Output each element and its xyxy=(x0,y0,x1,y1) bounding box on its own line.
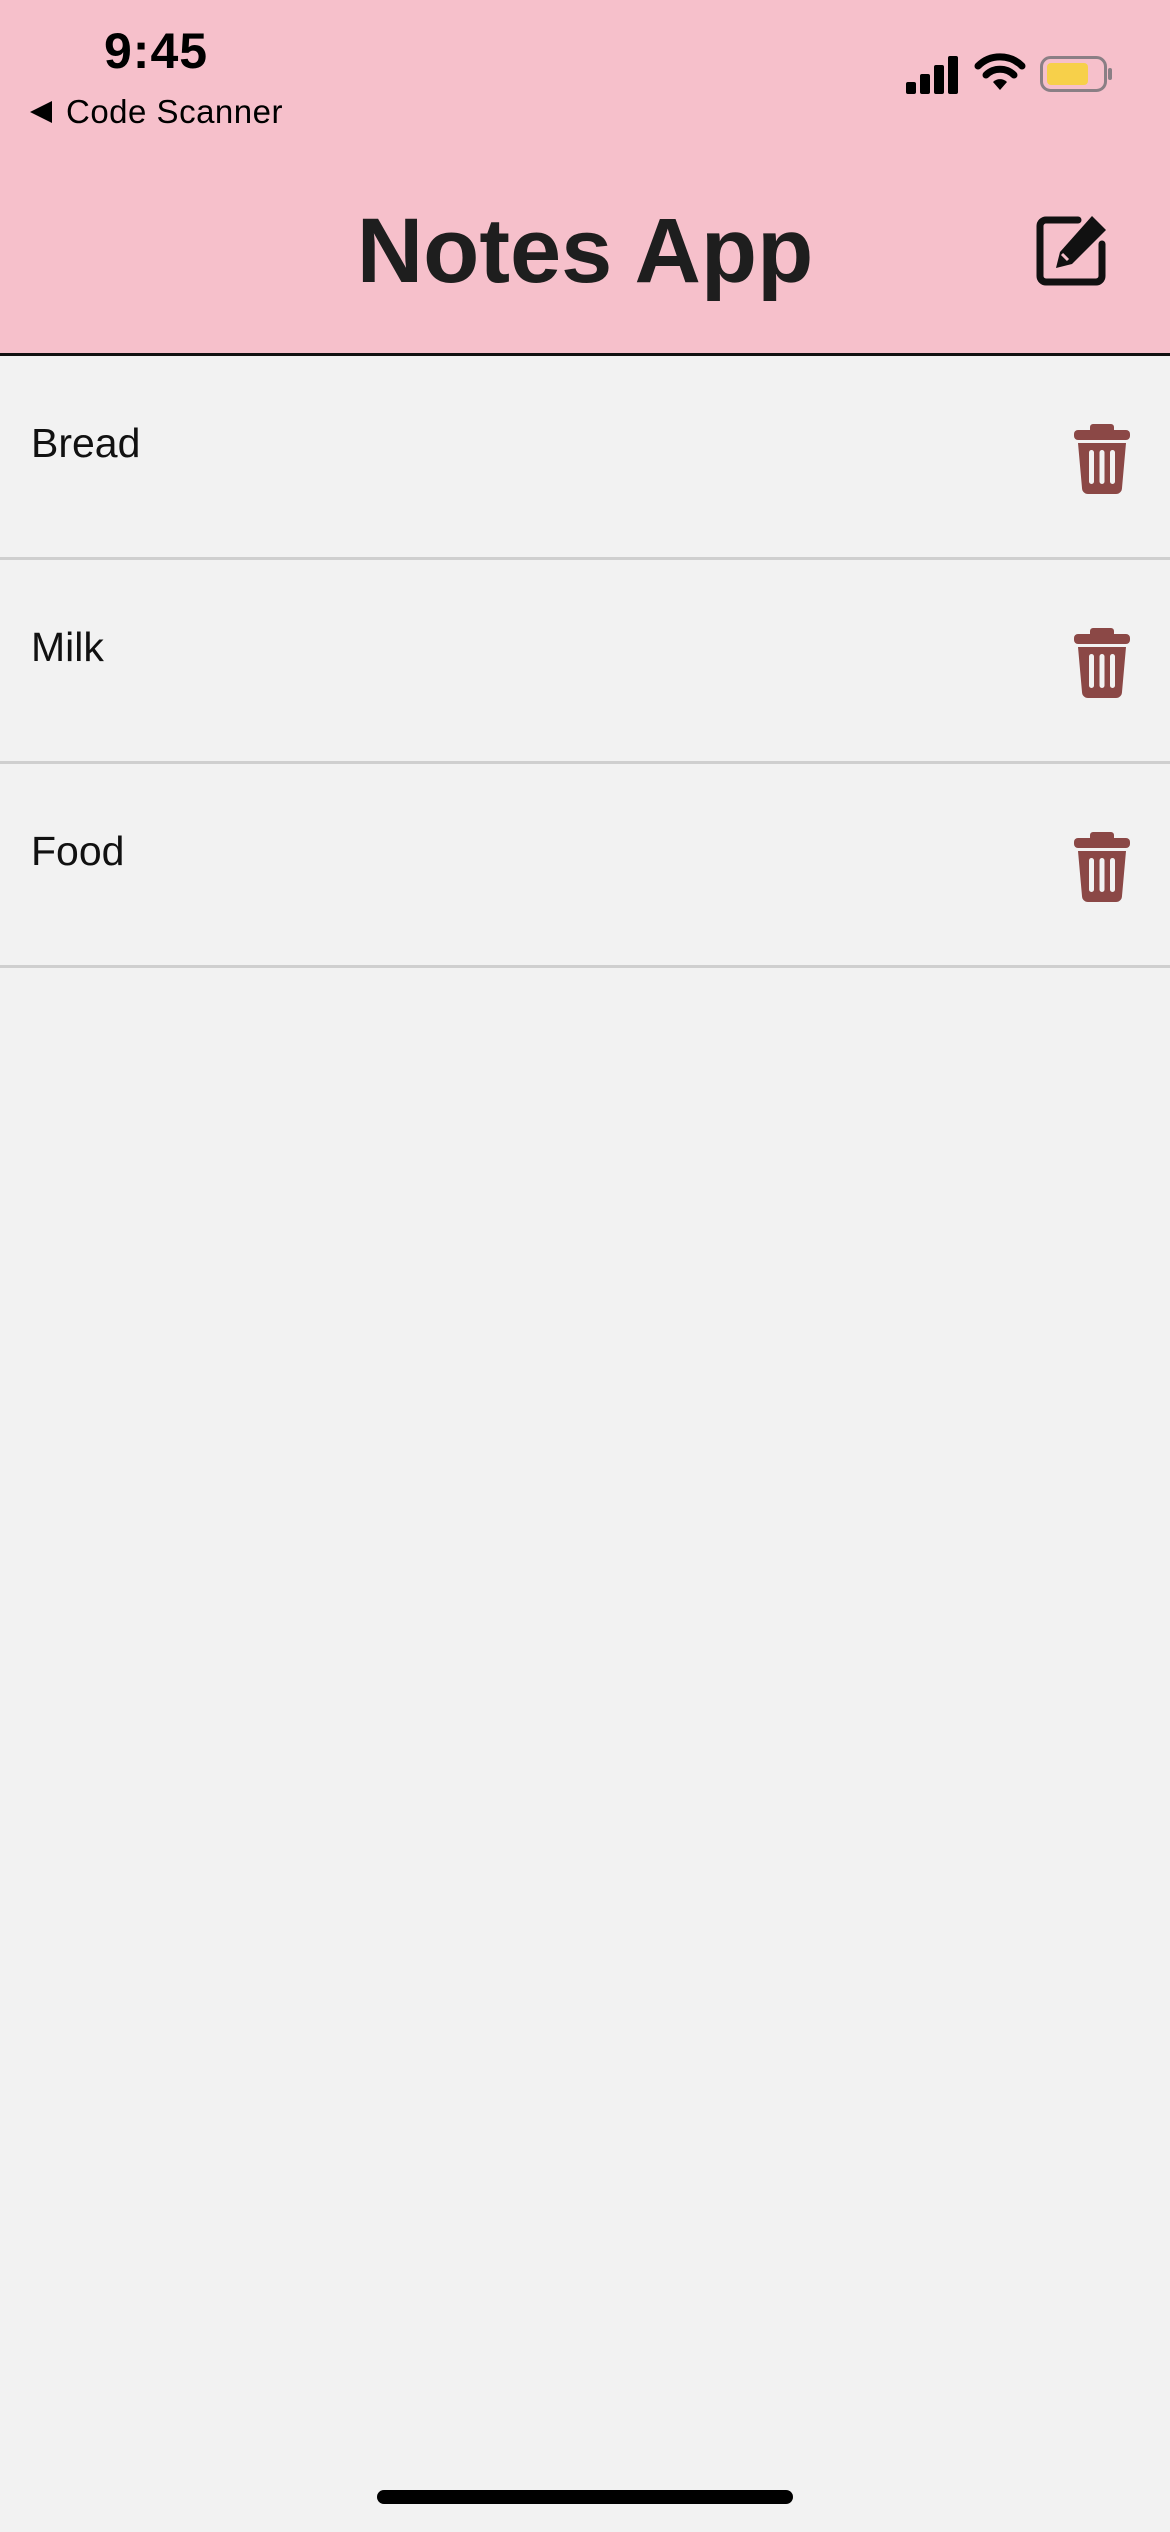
status-time: 9:45 xyxy=(104,23,209,79)
note-text: Milk xyxy=(31,624,104,670)
cellular-signal-icon xyxy=(906,56,958,94)
notes-list: Bread Milk Food xyxy=(0,356,1170,968)
trash-icon[interactable] xyxy=(1072,832,1132,902)
back-app-label: Code Scanner xyxy=(66,93,283,130)
note-text: Food xyxy=(31,828,125,874)
battery-icon xyxy=(1040,56,1112,92)
app-header: 9:45 Code Scanner Notes App xyxy=(0,0,1170,356)
note-text: Bread xyxy=(31,420,141,466)
wifi-icon xyxy=(974,53,1026,90)
back-arrow-icon xyxy=(30,101,52,123)
back-to-app-button[interactable]: Code Scanner xyxy=(30,90,283,134)
note-row[interactable]: Bread xyxy=(0,356,1170,560)
note-row[interactable]: Food xyxy=(0,764,1170,968)
compose-icon[interactable] xyxy=(1034,212,1110,288)
page-title: Notes App xyxy=(356,200,814,302)
battery-level xyxy=(1047,63,1088,85)
trash-icon[interactable] xyxy=(1072,424,1132,494)
home-indicator[interactable] xyxy=(377,2490,793,2504)
note-row[interactable]: Milk xyxy=(0,560,1170,764)
trash-icon[interactable] xyxy=(1072,628,1132,698)
